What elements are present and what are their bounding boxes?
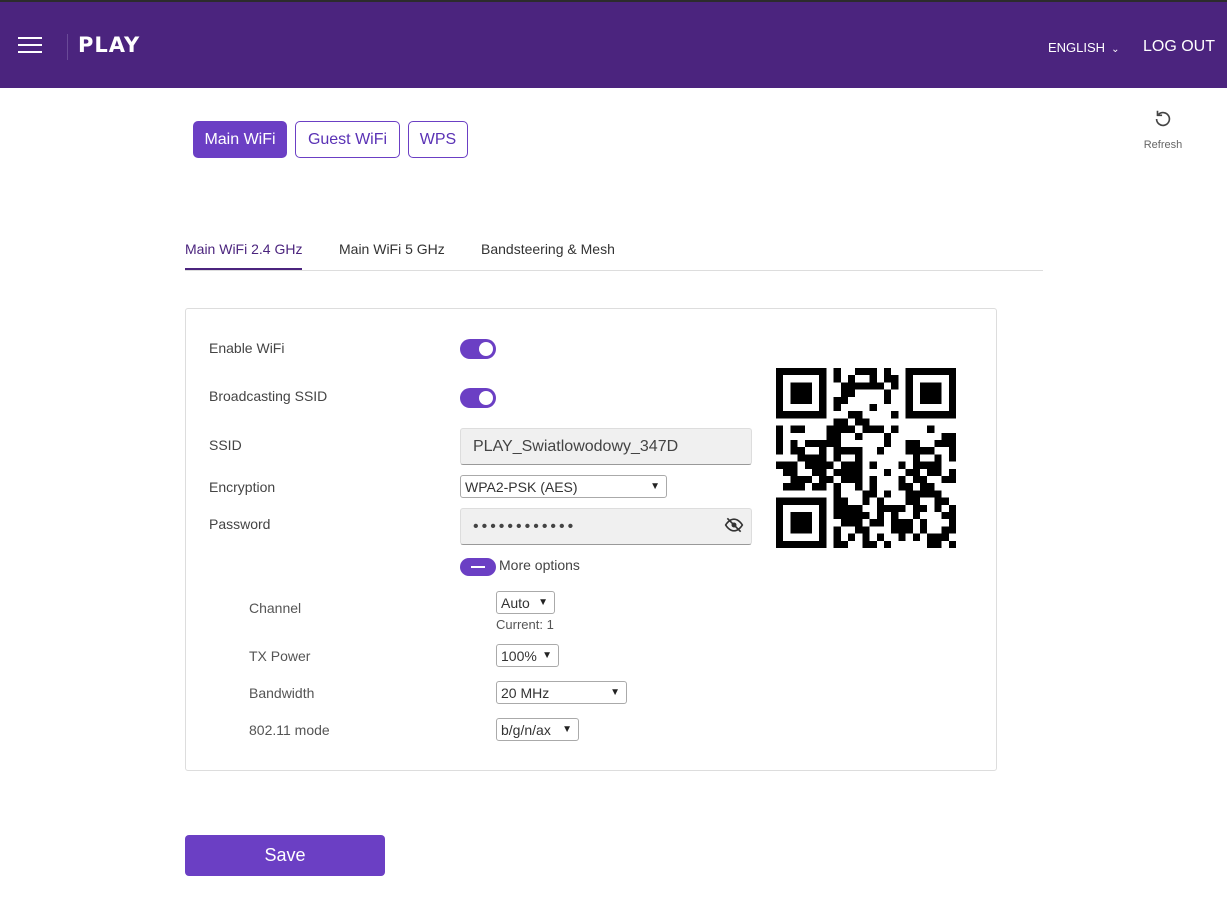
eye-slash-icon[interactable] <box>724 515 744 535</box>
encryption-label: Encryption <box>209 479 276 495</box>
ssid-label: SSID <box>209 437 242 453</box>
chevron-down-icon: ▼ <box>562 724 572 735</box>
ssid-field[interactable]: PLAY_Swiatlowodowy_347D <box>460 428 752 465</box>
tab-main-wifi[interactable]: Main WiFi <box>193 121 287 158</box>
play-logo: PLAY <box>78 33 141 57</box>
tab-guest-wifi[interactable]: Guest WiFi <box>295 121 400 158</box>
channel-select[interactable]: Auto ▼ <box>496 591 555 614</box>
more-options-toggle[interactable] <box>460 558 496 576</box>
tab-wps[interactable]: WPS <box>408 121 468 158</box>
band-tabs: Main WiFi 2.4 GHz Main WiFi 5 GHz Bandst… <box>185 240 1043 271</box>
tab-main-wifi-24[interactable]: Main WiFi 2.4 GHz <box>185 241 303 270</box>
menu-icon[interactable] <box>18 37 42 55</box>
brand-divider <box>67 34 68 60</box>
password-label: Password <box>209 516 271 532</box>
encryption-value: WPA2-PSK (AES) <box>465 478 578 495</box>
mode-value: b/g/n/ax <box>501 721 551 738</box>
refresh-icon <box>1155 110 1171 127</box>
bandwidth-select[interactable]: 20 MHz ▼ <box>496 681 627 704</box>
language-selector[interactable]: ENGLISH ⌄ <box>1048 40 1119 55</box>
more-options-label: More options <box>499 557 580 573</box>
tab-main-wifi-5[interactable]: Main WiFi 5 GHz <box>339 241 445 257</box>
logout-link[interactable]: LOG OUT <box>1143 38 1215 56</box>
wifi-qr-code <box>776 368 956 548</box>
chevron-down-icon: ▼ <box>650 481 660 492</box>
broadcast-ssid-label: Broadcasting SSID <box>209 388 328 404</box>
bandwidth-label: Bandwidth <box>249 685 315 701</box>
tab-bandsteering-mesh[interactable]: Bandsteering & Mesh <box>481 241 615 257</box>
tx-power-value: 100% <box>501 647 537 664</box>
refresh-button[interactable]: Refresh <box>1138 108 1188 151</box>
chevron-down-icon: ▼ <box>610 687 620 698</box>
chevron-down-icon: ▼ <box>542 650 552 661</box>
mode-label: 802.11 mode <box>249 722 330 738</box>
tx-power-label: TX Power <box>249 648 311 664</box>
enable-wifi-toggle[interactable] <box>460 339 496 359</box>
mode-select[interactable]: b/g/n/ax ▼ <box>496 718 579 741</box>
bandwidth-value: 20 MHz <box>501 684 550 701</box>
password-field[interactable]: •••••••••••• <box>460 508 752 545</box>
channel-current: Current: 1 <box>496 617 554 632</box>
encryption-select[interactable]: WPA2-PSK (AES) ▼ <box>460 475 667 498</box>
broadcast-ssid-toggle[interactable] <box>460 388 496 408</box>
channel-label: Channel <box>249 600 302 616</box>
enable-wifi-label: Enable WiFi <box>209 340 285 356</box>
password-value: •••••••••••• <box>473 517 577 535</box>
save-button[interactable]: Save <box>185 835 385 876</box>
refresh-label: Refresh <box>1143 139 1183 151</box>
top-bar: PLAY ENGLISH ⌄ LOG OUT <box>0 0 1227 88</box>
channel-value: Auto <box>501 594 530 611</box>
language-label: ENGLISH <box>1048 40 1106 55</box>
chevron-down-icon: ▼ <box>538 597 548 608</box>
chevron-down-icon: ⌄ <box>1111 44 1120 55</box>
tx-power-select[interactable]: 100% ▼ <box>496 644 559 667</box>
